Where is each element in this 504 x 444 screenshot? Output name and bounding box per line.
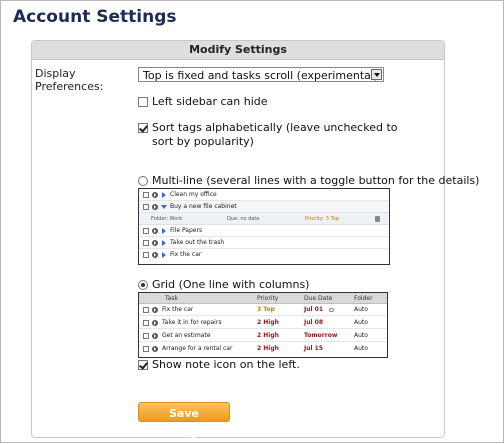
expand-arrow-icon — [162, 192, 166, 198]
grid-cell-task: Fix the car — [162, 306, 194, 313]
task-text: Take out the trash — [170, 239, 225, 246]
table-row: Get an estimate 2 High Tomorrow Auto — [139, 330, 387, 342]
grid-header-due: Due Date — [304, 295, 333, 302]
task-text: Fix the car — [170, 251, 202, 258]
grid-cell-folder: Auto — [354, 319, 368, 326]
panel-header: Modify Settings — [32, 41, 444, 60]
grid-cell-due: Jul 15 — [304, 345, 323, 352]
multiline-label: Multi-line (several lines with a toggle … — [152, 174, 480, 187]
checkbox-icon — [143, 204, 149, 210]
play-icon — [152, 252, 158, 258]
checkbox-icon — [143, 252, 149, 258]
display-preferences-label: Display Preferences: — [35, 67, 104, 93]
expand-arrow-icon — [162, 252, 166, 258]
play-icon — [152, 240, 158, 246]
grid-preview: Task Priority Due Date Folder Fix the ca… — [138, 292, 388, 358]
play-icon — [152, 333, 158, 339]
play-icon — [152, 307, 158, 313]
checkbox-icon — [143, 320, 149, 326]
chevron-down-icon[interactable] — [371, 69, 382, 80]
table-row: Take it in for repairs 2 High Jul 08 Aut… — [139, 317, 387, 329]
grid-cell-due: Jul 08 — [304, 319, 323, 326]
multiline-preview: Clean my office Buy a new file cabinet F… — [138, 188, 390, 265]
checkbox-icon — [143, 333, 149, 339]
note-icon-checkbox[interactable] — [138, 360, 148, 370]
list-item: Clean my office — [139, 189, 389, 201]
grid-cell-task: Get an estimate — [162, 332, 211, 339]
expand-arrow-icon — [162, 240, 166, 246]
grid-radio[interactable] — [138, 280, 148, 290]
grid-cell-priority: 2 High — [257, 319, 279, 326]
play-icon — [152, 228, 158, 234]
checkbox-icon — [143, 307, 149, 313]
grid-cell-due: Jul 01 — [304, 306, 323, 313]
collapse-arrow-icon — [161, 205, 167, 209]
multiline-radio[interactable] — [138, 176, 148, 186]
grid-cell-folder: Auto — [354, 345, 368, 352]
grid-cell-priority: 3 Top — [257, 306, 275, 313]
grid-cell-due: Tomorrow — [304, 332, 338, 339]
checkbox-icon — [143, 228, 149, 234]
table-row: Arrange for a rental car 2 High Jul 15 A… — [139, 343, 387, 355]
details-due: Due: no date — [227, 216, 260, 222]
grid-cell-task: Arrange for a rental car — [162, 345, 233, 352]
save-changes-button[interactable]: Save Changes — [138, 402, 230, 440]
list-item: Buy a new file cabinet — [139, 201, 389, 213]
grid-cell-priority: 2 High — [257, 345, 279, 352]
window-frame: Account Settings Modify Settings Display… — [0, 0, 504, 443]
play-icon — [152, 346, 158, 352]
grid-header-folder: Folder — [354, 295, 373, 302]
alarm-icon — [329, 308, 334, 312]
left-sidebar-label: Left sidebar can hide — [152, 95, 268, 108]
grid-cell-folder: Auto — [354, 306, 368, 313]
checkbox-icon — [143, 240, 149, 246]
select-value: Top is fixed and tasks scroll (experimen… — [143, 69, 379, 82]
task-details: Folder: Work Due: no date Priority: 3 To… — [139, 213, 389, 225]
grid-header-priority: Priority — [257, 295, 279, 302]
grid-header-task: Task — [165, 295, 178, 302]
note-icon-label: Show note icon on the left. — [152, 358, 300, 371]
checkbox-icon — [143, 346, 149, 352]
checkbox-icon — [143, 192, 149, 198]
play-icon — [152, 320, 158, 326]
details-priority: Priority: 3 Top — [305, 216, 339, 222]
grid-label: Grid (One line with columns) — [152, 278, 310, 291]
list-item: Take out the trash — [139, 237, 389, 249]
settings-panel: Modify Settings Display Preferences: Top… — [31, 40, 479, 440]
play-icon — [152, 204, 158, 210]
task-text: Buy a new file cabinet — [170, 203, 237, 210]
details-folder: Folder: Work — [151, 216, 183, 222]
trash-icon — [375, 216, 380, 222]
expand-arrow-icon — [162, 228, 166, 234]
list-item: Fix the car — [139, 249, 389, 261]
display-preferences-select[interactable]: Top is fixed and tasks scroll (experimen… — [138, 67, 384, 82]
grid-header-row: Task Priority Due Date Folder — [139, 293, 387, 304]
play-icon — [152, 192, 158, 198]
task-text: Clean my office — [170, 191, 217, 198]
task-text: File Papers — [170, 227, 203, 234]
table-row: Fix the car 3 Top Jul 01 Auto — [139, 304, 387, 316]
left-sidebar-checkbox[interactable] — [138, 97, 148, 107]
list-item: File Papers — [139, 225, 389, 237]
grid-cell-priority: 2 High — [257, 332, 279, 339]
sort-tags-label: Sort tags alphabetically (leave unchecke… — [152, 121, 398, 148]
grid-cell-task: Take it in for repairs — [162, 319, 222, 326]
grid-cell-folder: Auto — [354, 332, 368, 339]
sort-tags-checkbox[interactable] — [138, 123, 148, 133]
page-title: Account Settings — [13, 7, 177, 27]
